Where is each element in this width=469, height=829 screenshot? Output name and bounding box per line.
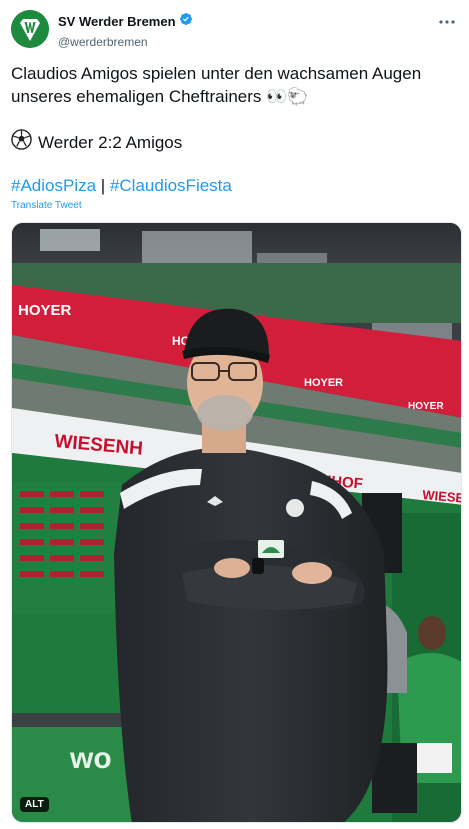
score-line: Werder 2:2 Amigos — [11, 129, 182, 156]
hashtag-adiospiza[interactable]: #AdiosPiza — [11, 176, 96, 195]
author-info: SV Werder Bremen @werderbremen — [58, 12, 193, 49]
sponsor-text-3: HOYER — [304, 377, 343, 389]
tweet-text: Claudios Amigos spielen unter den wachsa… — [11, 64, 422, 106]
verified-badge-icon — [179, 12, 193, 31]
hashtag-claudiosfiesta[interactable]: #ClaudiosFiesta — [110, 176, 232, 195]
translate-tweet-link[interactable]: Translate Tweet — [11, 200, 82, 211]
sponsor-text-1: HOYER — [18, 302, 72, 319]
tweet-header: SV Werder Bremen @werderbremen — [11, 10, 457, 50]
hashtag-separator: | — [100, 176, 106, 195]
alt-text-badge[interactable]: ALT — [20, 797, 49, 812]
stadium-photo: HOYER HOY HOYER HOYER WIESENH HHOF WIESE — [12, 223, 461, 822]
hashtags: #AdiosPiza | #ClaudiosFiesta — [11, 175, 232, 197]
werder-logo-icon — [11, 10, 49, 48]
avatar[interactable] — [11, 10, 49, 48]
tweet-photo[interactable]: HOYER HOY HOYER HOYER WIESENH HHOF WIESE — [11, 222, 462, 823]
handle[interactable]: @werderbremen — [58, 35, 193, 49]
display-name[interactable]: SV Werder Bremen — [58, 14, 176, 29]
score-text: Werder 2:2 Amigos — [38, 132, 183, 152]
more-options-icon[interactable] — [437, 14, 457, 30]
ground-banner-text: wo — [69, 742, 112, 775]
soccer-ball-icon — [11, 129, 32, 156]
